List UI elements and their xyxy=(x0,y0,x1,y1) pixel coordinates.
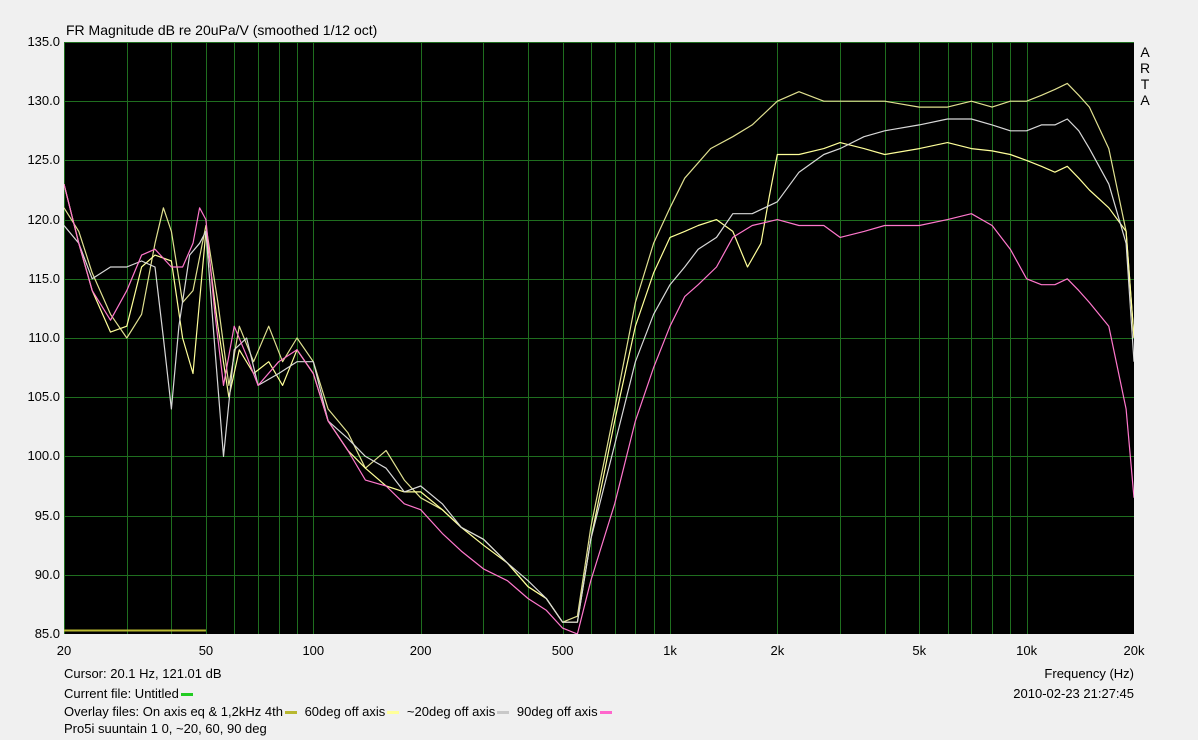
x-tick-label: 200 xyxy=(409,643,432,658)
x-tick-label: 50 xyxy=(198,643,214,658)
y-tick-label: 110.0 xyxy=(28,330,60,345)
y-tick-label: 100.0 xyxy=(27,448,60,464)
cursor-readout: Cursor: 20.1 Hz, 121.01 dB xyxy=(64,666,222,681)
current-file-label: Current file: Untitled xyxy=(64,686,179,701)
chart-title: FR Magnitude dB re 20uPa/V (smoothed 1/1… xyxy=(66,22,378,38)
y-tick-label: 120.0 xyxy=(27,211,60,227)
current-file: Current file: Untitled xyxy=(64,686,197,701)
x-tick-label: 500 xyxy=(551,643,574,658)
y-tick-label: 85.0 xyxy=(34,626,60,641)
watermark-letter: R xyxy=(1139,60,1151,76)
x-tick-label: 2k xyxy=(770,643,785,658)
overlay-name: ~20deg off axis xyxy=(406,704,496,719)
overlay-swatch xyxy=(284,711,297,715)
y-tick-label: 90.0 xyxy=(34,566,60,582)
overlay-swatch xyxy=(599,711,612,715)
x-tick-label: 20 xyxy=(56,643,72,658)
watermark-letter: A xyxy=(1140,44,1150,60)
y-tick-label: 95.0 xyxy=(34,507,60,523)
x-tick-label: 10k xyxy=(1016,643,1038,658)
overlay-files-label: Overlay files: xyxy=(64,704,140,719)
overlay-name: 90deg off axis xyxy=(516,704,598,719)
x-tick-label: 5k xyxy=(912,643,927,658)
x-tick-label: 1k xyxy=(663,643,677,658)
overlay-entry: On axis eq & 1,2kHz 4th xyxy=(143,704,301,719)
overlay-entry: 60deg off axis xyxy=(305,704,404,719)
overlay-name: 60deg off axis xyxy=(304,704,386,719)
overlay-entry: 90deg off axis xyxy=(517,704,616,719)
arta-watermark: A R T A xyxy=(1139,44,1151,108)
overlay-entry: ~20deg off axis xyxy=(407,704,513,719)
watermark-letter: T xyxy=(1140,76,1150,92)
plot-svg[interactable] xyxy=(64,42,1134,634)
overlay-swatch xyxy=(387,711,400,715)
plot-area[interactable] xyxy=(64,42,1134,634)
current-file-swatch xyxy=(180,693,193,697)
y-tick-label: 115.0 xyxy=(28,270,60,286)
y-tick-label: 105.0 xyxy=(27,389,60,405)
watermark-letter: A xyxy=(1140,92,1150,108)
x-tick-label: 20k xyxy=(1123,643,1145,658)
timestamp: 2010-02-23 21:27:45 xyxy=(1013,686,1134,701)
notes: Pro5i suuntain 1 0, ~20, 60, 90 deg xyxy=(64,721,267,736)
series-line xyxy=(64,183,1134,634)
x-tick-label: 100 xyxy=(302,643,325,658)
y-tick-label: 125.0 xyxy=(27,152,60,168)
overlay-files: Overlay files: On axis eq & 1,2kHz 4th 6… xyxy=(64,704,616,719)
series-line xyxy=(64,82,1134,623)
y-tick-label: 135.0 xyxy=(27,34,60,49)
overlay-swatch xyxy=(497,711,510,715)
x-axis-label: Frequency (Hz) xyxy=(1044,666,1134,681)
overlay-name: On axis eq & 1,2kHz 4th xyxy=(142,704,283,719)
y-tick-label: 130.0 xyxy=(27,93,60,109)
